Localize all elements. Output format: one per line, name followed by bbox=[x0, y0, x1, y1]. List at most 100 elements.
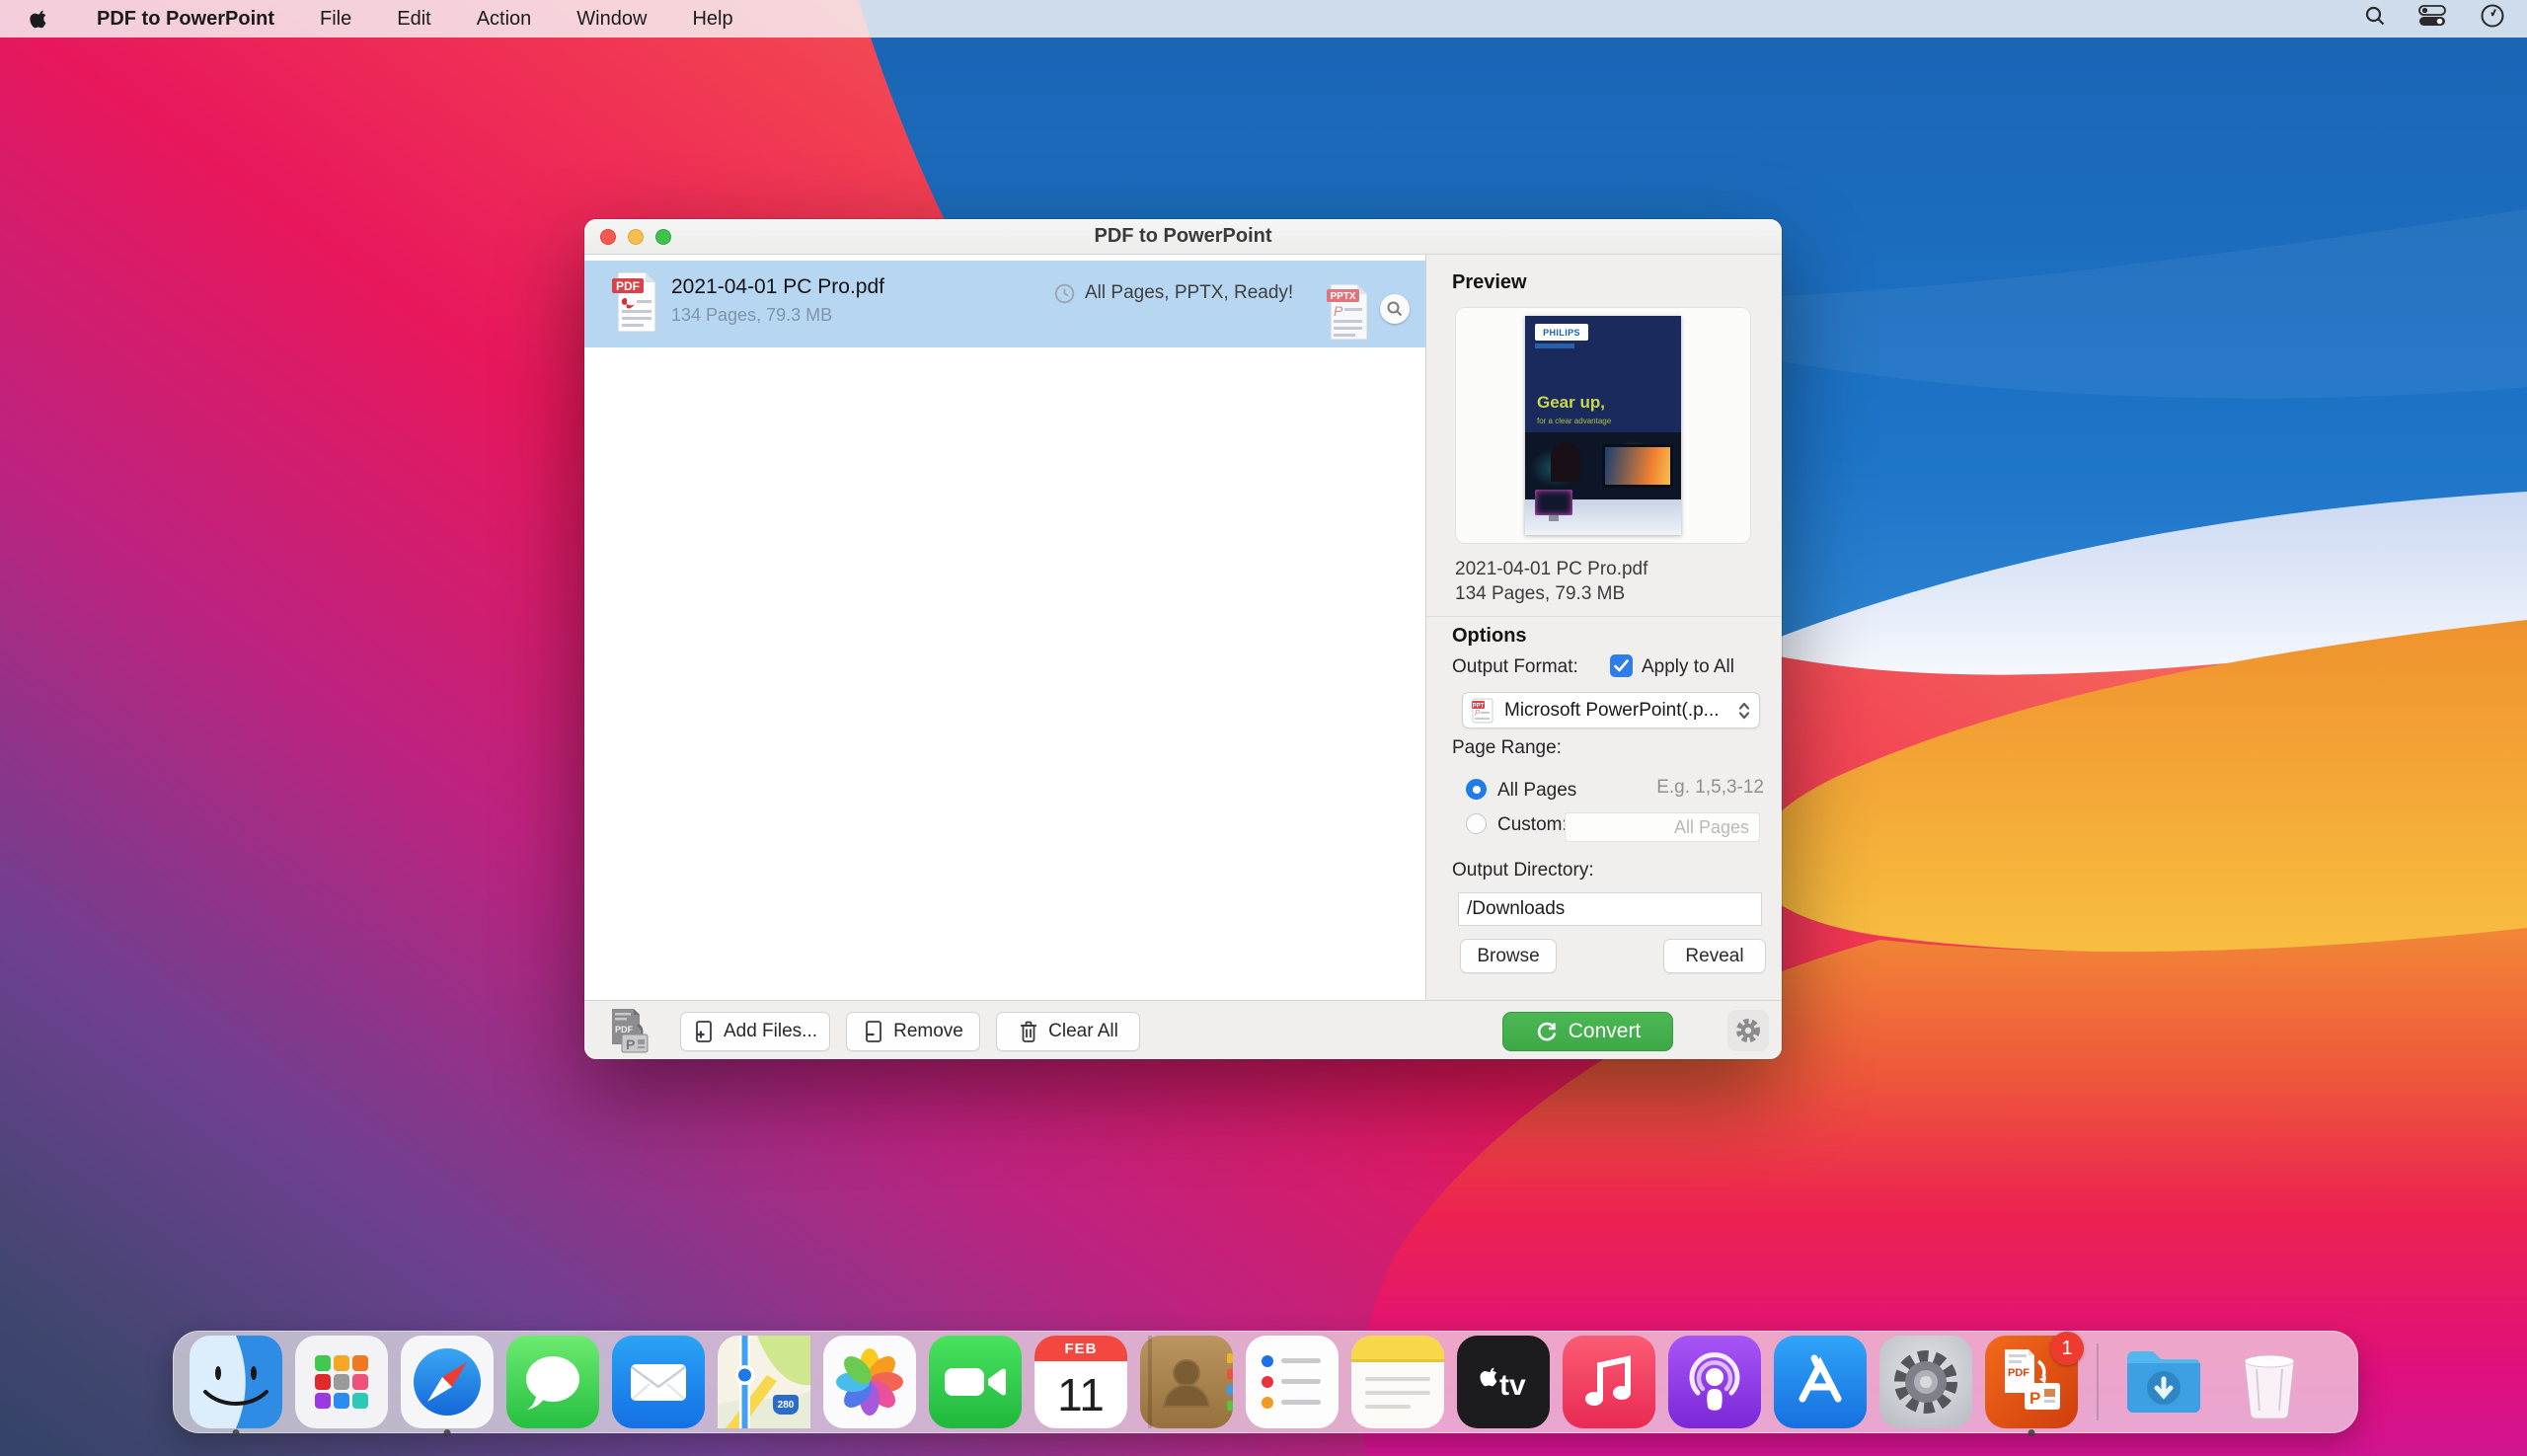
window-titlebar[interactable]: PDF to PowerPoint bbox=[584, 219, 1782, 255]
dock-item-calendar[interactable]: FEB 11 bbox=[1034, 1336, 1127, 1428]
preview-magnifier-button[interactable] bbox=[1380, 294, 1410, 324]
output-directory-label: Output Directory: bbox=[1452, 860, 1594, 881]
all-pages-radio[interactable] bbox=[1466, 779, 1487, 800]
dock-item-trash[interactable] bbox=[2223, 1336, 2316, 1428]
custom-label: Custom: bbox=[1497, 814, 1568, 836]
browse-button[interactable]: Browse bbox=[1460, 939, 1557, 973]
pptx-mini-icon: PPTP bbox=[1471, 698, 1494, 724]
maps-route-shield: 280 bbox=[773, 1395, 799, 1415]
dock-item-photos[interactable] bbox=[823, 1336, 916, 1428]
preview-thumbnail-box[interactable]: PHILIPS Gear up, for a clear advantage bbox=[1455, 307, 1751, 544]
svg-text:P: P bbox=[2029, 1389, 2040, 1408]
apple-menu-icon[interactable] bbox=[30, 6, 51, 32]
window-toolbar: PDF P Add Files... Remove Clear All bbox=[584, 1000, 1782, 1059]
add-files-button[interactable]: Add Files... bbox=[680, 1012, 830, 1051]
window-title: PDF to PowerPoint bbox=[584, 225, 1782, 248]
stepper-icon bbox=[1737, 701, 1751, 721]
custom-radio[interactable] bbox=[1466, 813, 1487, 834]
menubar-app-name[interactable]: PDF to PowerPoint bbox=[97, 8, 274, 31]
menu-action[interactable]: Action bbox=[477, 8, 532, 31]
dock-item-finder[interactable] bbox=[190, 1336, 282, 1428]
dock-item-music[interactable] bbox=[1563, 1336, 1655, 1428]
apple-tv-label: tv bbox=[1499, 1369, 1526, 1402]
status-clock-icon bbox=[1054, 283, 1075, 304]
app-window: PDF to PowerPoint PDF 2021-04-01 PC Pro bbox=[584, 219, 1782, 1059]
menu-help[interactable]: Help bbox=[692, 8, 732, 31]
poster-headline: Gear up, bbox=[1537, 393, 1605, 413]
dock-item-reminders[interactable] bbox=[1246, 1336, 1339, 1428]
svg-text:P: P bbox=[626, 1036, 635, 1052]
file-row[interactable]: PDF 2021-04-01 PC Pro.pdf 134 Pages, 79.… bbox=[584, 261, 1425, 347]
menu-window[interactable]: Window bbox=[576, 8, 647, 31]
remove-file-icon bbox=[863, 1020, 884, 1043]
apply-to-all-label: Apply to All bbox=[1642, 656, 1734, 678]
dock-item-safari[interactable] bbox=[401, 1336, 494, 1428]
dock-item-app-store[interactable] bbox=[1774, 1336, 1867, 1428]
settings-gear-button[interactable] bbox=[1727, 1010, 1769, 1051]
all-pages-label: All Pages bbox=[1497, 780, 1576, 802]
dock-item-pdf-to-powerpoint[interactable]: PDF P 1 bbox=[1985, 1336, 2078, 1428]
file-list[interactable]: PDF 2021-04-01 PC Pro.pdf 134 Pages, 79.… bbox=[584, 255, 1426, 1001]
preview-file-name: 2021-04-01 PC Pro.pdf bbox=[1455, 559, 1647, 580]
pdf-file-icon: PDF bbox=[610, 270, 659, 339]
menu-bar: PDF to PowerPoint File Edit Action Windo… bbox=[0, 0, 2527, 38]
trash-icon bbox=[1018, 1020, 1039, 1043]
add-file-icon bbox=[693, 1020, 715, 1043]
preview-file-meta: 134 Pages, 79.3 MB bbox=[1455, 583, 1625, 605]
file-meta: 134 Pages, 79.3 MB bbox=[671, 305, 832, 326]
search-icon[interactable] bbox=[2363, 4, 2387, 34]
convert-refresh-icon bbox=[1535, 1020, 1559, 1043]
dock-item-system-preferences[interactable] bbox=[1879, 1336, 1972, 1428]
running-indicator bbox=[233, 1429, 240, 1436]
options-heading: Options bbox=[1452, 625, 1527, 648]
philips-logo: PHILIPS bbox=[1535, 324, 1588, 341]
svg-text:P: P bbox=[1334, 303, 1343, 319]
dock-item-maps[interactable]: 280 bbox=[718, 1336, 810, 1428]
svg-text:PDF: PDF bbox=[616, 279, 640, 293]
dock-item-podcasts[interactable] bbox=[1668, 1336, 1761, 1428]
pdf-preview-thumbnail: PHILIPS Gear up, for a clear advantage bbox=[1525, 316, 1681, 535]
running-indicator bbox=[444, 1429, 451, 1436]
dock-item-apple-tv[interactable]: tv bbox=[1457, 1336, 1550, 1428]
poster-tagline: for a clear advantage bbox=[1537, 417, 1611, 425]
calendar-day: 11 bbox=[1034, 1361, 1127, 1428]
notification-badge: 1 bbox=[2050, 1332, 2084, 1365]
dock-item-mail[interactable] bbox=[612, 1336, 705, 1428]
control-center-icon[interactable] bbox=[2418, 4, 2448, 34]
menu-edit[interactable]: Edit bbox=[397, 8, 430, 31]
output-format-label: Output Format: bbox=[1452, 656, 1578, 678]
svg-text:P: P bbox=[1475, 709, 1481, 718]
output-directory-input[interactable] bbox=[1458, 892, 1762, 926]
file-status: All Pages, PPTX, Ready! bbox=[1054, 282, 1293, 304]
remove-button[interactable]: Remove bbox=[846, 1012, 980, 1051]
dock-item-launchpad[interactable] bbox=[295, 1336, 388, 1428]
svg-text:PDF: PDF bbox=[2008, 1367, 2029, 1379]
reveal-button[interactable]: Reveal bbox=[1663, 939, 1766, 973]
dock-item-downloads-folder[interactable] bbox=[2117, 1336, 2210, 1428]
output-format-select[interactable]: PPTP Microsoft PowerPoint(.p... bbox=[1462, 692, 1760, 728]
dock-divider bbox=[2097, 1343, 2099, 1420]
dock: 280 bbox=[173, 1331, 2358, 1433]
apply-to-all-checkbox[interactable] bbox=[1610, 654, 1633, 677]
running-indicator bbox=[2029, 1429, 2035, 1436]
dock-item-notes[interactable] bbox=[1351, 1336, 1444, 1428]
app-logo-icon: PDF P bbox=[602, 1005, 653, 1061]
dock-item-facetime[interactable] bbox=[929, 1336, 1022, 1428]
page-range-hint: E.g. 1,5,3-12 bbox=[1656, 777, 1764, 799]
file-name: 2021-04-01 PC Pro.pdf bbox=[671, 275, 884, 299]
custom-range-input[interactable] bbox=[1565, 812, 1760, 842]
clock-icon[interactable] bbox=[2480, 3, 2505, 35]
dock-item-contacts[interactable] bbox=[1140, 1336, 1233, 1428]
desktop: PDF to PowerPoint File Edit Action Windo… bbox=[0, 0, 2527, 1456]
svg-text:PPTX: PPTX bbox=[1330, 291, 1355, 302]
preview-panel: Preview PHILIPS Gear up, for a clear adv… bbox=[1426, 255, 1782, 1001]
menu-file[interactable]: File bbox=[320, 8, 351, 31]
dock-item-messages[interactable] bbox=[506, 1336, 599, 1428]
svg-text:PDF: PDF bbox=[615, 1025, 634, 1035]
calendar-month: FEB bbox=[1034, 1336, 1127, 1361]
convert-button[interactable]: Convert bbox=[1502, 1012, 1673, 1051]
page-range-label: Page Range: bbox=[1452, 737, 1562, 759]
pptx-file-icon: PPTX P bbox=[1325, 282, 1370, 346]
clear-all-button[interactable]: Clear All bbox=[996, 1012, 1140, 1051]
preview-heading: Preview bbox=[1452, 271, 1527, 294]
